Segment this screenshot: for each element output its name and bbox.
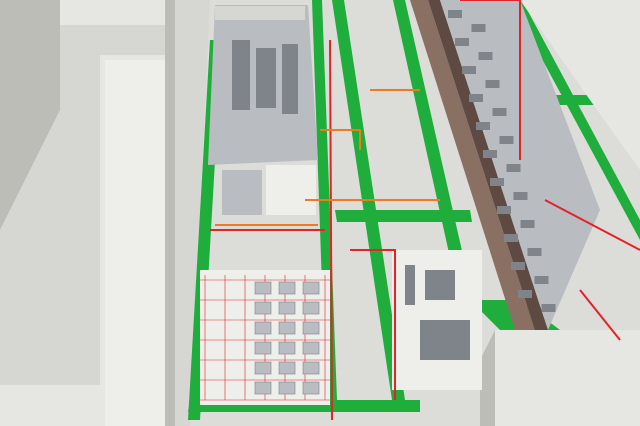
workstation-unit: [302, 281, 320, 295]
workstation-unit: [254, 301, 272, 315]
storage-unit: [506, 164, 521, 172]
storage-unit: [455, 38, 469, 46]
machine-unit: [420, 320, 470, 360]
storage-unit: [511, 262, 525, 270]
storage-unit: [541, 304, 556, 312]
workstation-unit: [278, 321, 296, 335]
assembly-cluster: [392, 250, 482, 390]
storage-unit: [520, 220, 535, 228]
workstation-unit: [302, 301, 320, 315]
storage-unit: [469, 94, 483, 102]
machine-unit: [405, 265, 415, 305]
storage-unit: [485, 80, 500, 88]
workstation-unit: [302, 361, 320, 375]
right-lower-building: [480, 330, 640, 426]
storage-unit: [513, 192, 528, 200]
machine-unit: [232, 40, 250, 110]
workstation-unit: [278, 301, 296, 315]
storage-unit: [527, 248, 542, 256]
storage-unit: [483, 150, 497, 158]
machine-unit: [262, 115, 302, 155]
storage-unit: [518, 290, 532, 298]
workstation-unit: [278, 361, 296, 375]
workstation-unit: [302, 321, 320, 335]
storage-unit: [471, 24, 486, 32]
storage-unit: [504, 234, 518, 242]
workstation-unit: [254, 321, 272, 335]
workstation-unit: [278, 341, 296, 355]
storage-unit: [476, 122, 490, 130]
storage-unit: [448, 10, 462, 18]
equipment-enclosure: [266, 165, 316, 215]
storage-unit: [497, 206, 511, 214]
workstation-unit: [254, 281, 272, 295]
left-building-tall-wall-face: [165, 0, 175, 426]
workstation-unit: [302, 341, 320, 355]
storage-unit: [499, 136, 514, 144]
workstation-unit: [254, 381, 272, 395]
storage-unit: [490, 178, 504, 186]
storage-unit: [534, 276, 549, 284]
storage-unit: [462, 66, 476, 74]
machine-unit: [425, 270, 455, 300]
workstation-unit: [278, 381, 296, 395]
equipment-enclosure: [222, 170, 262, 215]
machine-unit: [282, 44, 298, 114]
workstation-unit: [254, 361, 272, 375]
equipment-enclosure: [215, 6, 305, 20]
storage-unit: [478, 52, 493, 60]
workstation-unit: [254, 341, 272, 355]
machine-unit: [256, 48, 276, 108]
workstation-unit: [278, 281, 296, 295]
factory-floor-render: [0, 0, 640, 426]
workstation-unit: [302, 381, 320, 395]
storage-unit: [492, 108, 507, 116]
